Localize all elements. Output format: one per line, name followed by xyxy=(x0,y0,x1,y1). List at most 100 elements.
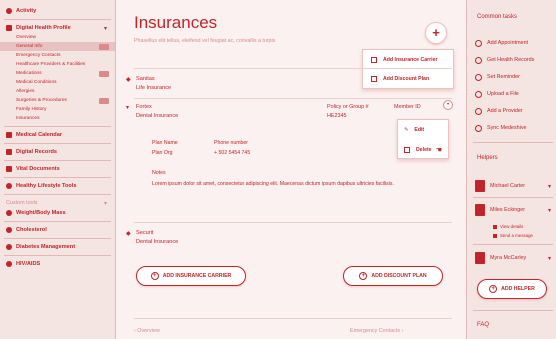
helper-name: Miles Eckinger xyxy=(490,207,526,213)
avatar xyxy=(475,204,485,216)
menu-item-edit[interactable]: ✎ Edit xyxy=(398,120,448,140)
sidebar-subitem-general-info[interactable]: General Info xyxy=(0,42,115,51)
sidebar-item-label: Digital Health Profile xyxy=(16,25,71,31)
sidebar-item-activity[interactable]: Activity xyxy=(0,6,115,16)
menu-item-add-insurance-carrier[interactable]: Add Insurance Carrier xyxy=(363,50,453,69)
sidebar-item-healthy-lifestyle[interactable]: Healthy Lifestyle Tools xyxy=(0,181,115,191)
view-details-link[interactable]: View details xyxy=(493,224,523,229)
heart-icon xyxy=(6,183,12,189)
collapse-icon[interactable]: ▾ xyxy=(126,104,129,111)
sidebar-item-label: Overview xyxy=(16,35,36,40)
sidebar-item-digital-records[interactable]: Digital Records xyxy=(0,147,115,157)
plus-icon: + xyxy=(432,25,440,40)
sidebar-section-custom-tools[interactable]: Custom tools ▾ xyxy=(0,198,115,208)
insurance-type: Dental Insurance xyxy=(136,239,179,245)
menu-item-delete[interactable]: Delete ☚ xyxy=(398,140,448,160)
sidebar-item-diabetes[interactable]: Diabetes Management xyxy=(0,242,115,252)
sidebar-item-label: Vital Documents xyxy=(16,166,60,172)
sidebar-subitem-medical-conditions[interactable]: Medical Conditions xyxy=(0,78,115,87)
sidebar-subitem-medications[interactable]: Medications xyxy=(0,69,115,78)
task-label: Set Reminder xyxy=(487,74,520,80)
sidebar-item-hiv[interactable]: HIV/AIDS xyxy=(0,259,115,269)
sidebar-subitem-emergency-contacts[interactable]: Emergency Contacts xyxy=(0,51,115,60)
sidebar-item-label: General Info xyxy=(16,44,43,49)
add-button[interactable]: + xyxy=(425,22,447,44)
add-insurance-carrier-button[interactable]: + ADD INSURANCE CARRIER xyxy=(136,266,246,286)
sidebar-item-weight[interactable]: Weight/Body Mass xyxy=(0,208,115,218)
document-icon xyxy=(6,166,12,172)
expand-icon[interactable]: ◆ xyxy=(126,76,131,83)
task-upload-file[interactable]: Upload a File xyxy=(475,89,555,99)
sidebar-item-label: Emergency Contacts xyxy=(16,53,61,58)
discount-icon xyxy=(371,75,377,82)
avatar xyxy=(475,252,485,264)
sidebar-item-medical-calendar[interactable]: Medical Calendar xyxy=(0,130,115,140)
right-sidebar: Common tasks Add Appointment Get Health … xyxy=(466,0,556,339)
task-set-reminder[interactable]: Set Reminder xyxy=(475,72,555,82)
helpers-heading: Helpers xyxy=(477,155,498,161)
task-get-health-records[interactable]: Get Health Records xyxy=(475,55,555,65)
add-discount-plan-button[interactable]: + ADD DISCOUNT PLAN xyxy=(343,266,443,286)
chevron-down-icon: ▾ xyxy=(103,200,107,207)
task-add-provider[interactable]: Add a Provider xyxy=(475,106,555,116)
menu-item-add-discount-plan[interactable]: Add Discount Plan xyxy=(363,69,453,88)
task-label: Add Appointment xyxy=(487,40,529,46)
sidebar-item-label: Healthcare Providers & Facilities xyxy=(16,62,86,67)
add-helper-button[interactable]: + ADD HELPER xyxy=(477,279,547,299)
divider xyxy=(134,98,452,99)
avatar xyxy=(475,180,485,192)
sidebar-subitem-providers[interactable]: Healthcare Providers & Facilities xyxy=(0,60,115,69)
sidebar-item-cholesterol[interactable]: Cholesterol xyxy=(0,225,115,235)
helper-name: Michael Carter xyxy=(490,183,526,189)
insurance-entry-securit[interactable]: ◆ Securit Dental Insurance xyxy=(126,230,326,250)
sync-icon xyxy=(475,124,482,132)
item-badge xyxy=(99,43,109,50)
helper-michael-carter[interactable]: Michael Carter ▾ xyxy=(475,179,555,193)
plus-icon: + xyxy=(359,272,368,280)
sidebar-subitem-surgeries[interactable]: Surgeries & Procedures xyxy=(0,96,115,105)
notes-label: Notes xyxy=(152,170,166,176)
chevron-down-icon[interactable]: ▾ xyxy=(548,207,551,214)
message-icon xyxy=(493,233,497,238)
menu-item-label: Edit xyxy=(414,127,425,133)
records-icon xyxy=(6,149,12,155)
scale-icon xyxy=(6,210,12,216)
link-label: Emergency Contacts xyxy=(350,328,401,334)
send-message-link[interactable]: Send a message xyxy=(493,233,533,238)
sidebar-subitem-overview[interactable]: Overview xyxy=(0,33,115,42)
common-tasks-heading: Common tasks xyxy=(477,14,518,20)
sidebar-subitem-allergies[interactable]: Allergies xyxy=(0,87,115,96)
link-label: View details xyxy=(500,224,524,229)
insurance-entry-fortex[interactable]: ▾ Fortex Dental Insurance xyxy=(126,104,326,124)
notes-text: Lorem ipsum dolor sit amet, consectetur … xyxy=(152,181,394,187)
expand-icon[interactable]: ◆ xyxy=(126,230,131,237)
member-id-label: Member ID xyxy=(394,104,421,110)
sidebar-item-label: Medications xyxy=(16,71,42,76)
plan-org-label: Plan Org xyxy=(152,150,173,156)
glucose-icon xyxy=(6,244,12,250)
divider xyxy=(473,142,553,143)
sidebar-item-label: Cholesterol xyxy=(16,227,47,233)
upload-icon xyxy=(475,90,482,98)
prev-page-link[interactable]: ‹ Overview xyxy=(134,328,160,334)
details-icon xyxy=(493,224,497,229)
button-label: ADD DISCOUNT PLAN xyxy=(371,273,427,279)
sidebar-subitem-insurances[interactable]: Insurances xyxy=(0,114,115,123)
ribbon-icon xyxy=(6,261,12,267)
task-sync[interactable]: Sync Medeshive xyxy=(475,123,555,133)
chevron-down-icon[interactable]: ▾ xyxy=(548,255,551,262)
sidebar-item-vital-documents[interactable]: Vital Documents xyxy=(0,164,115,174)
sidebar-item-digital-health-profile[interactable]: Digital Health Profile ▾ xyxy=(0,23,115,33)
sidebar-item-label: Surgeries & Procedures xyxy=(16,98,67,103)
sidebar-subitem-family-history[interactable]: Family History xyxy=(0,105,115,114)
cursor-hand-icon: ☚ xyxy=(435,147,442,154)
plus-icon: + xyxy=(489,285,498,293)
more-options-icon[interactable]: • xyxy=(443,100,453,110)
task-add-appointment[interactable]: Add Appointment xyxy=(475,38,555,48)
helper-miles-eckinger[interactable]: Miles Eckinger ▾ xyxy=(475,203,555,217)
divider xyxy=(134,222,452,223)
helper-myra-mccarley[interactable]: Myra McCarley ▾ xyxy=(475,251,555,265)
insurance-entry-sanitas[interactable]: ◆ Sanitas Life Insurance xyxy=(126,76,326,96)
next-page-link[interactable]: Emergency Contacts › xyxy=(350,328,403,334)
chevron-down-icon[interactable]: ▾ xyxy=(548,183,551,190)
